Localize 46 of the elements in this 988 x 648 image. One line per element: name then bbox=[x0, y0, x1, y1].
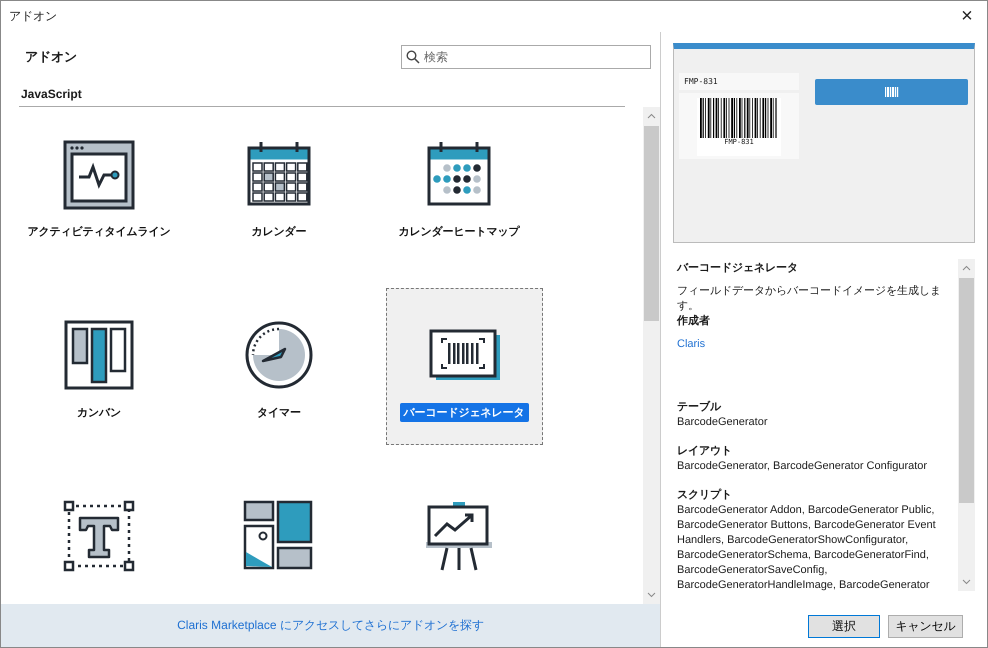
addon-tile[interactable]: カレンダーヒートマップ bbox=[380, 107, 538, 264]
timer-icon bbox=[243, 319, 315, 391]
addon-label: カレンダー bbox=[250, 224, 308, 240]
addon-tile[interactable]: アクティビティタイムライン bbox=[20, 107, 178, 264]
addon-name: バーコードジェネレータ bbox=[677, 261, 799, 276]
close-button[interactable]: × bbox=[947, 2, 987, 32]
image-gallery-icon bbox=[243, 500, 315, 572]
panel-title: アドオン bbox=[25, 48, 77, 66]
dialog-button[interactable]: キャンセル bbox=[888, 615, 963, 638]
section-heading: JavaScript bbox=[21, 87, 83, 101]
addon-tile[interactable]: タイマー bbox=[200, 288, 358, 445]
addon-label: バーコードジェネレータ bbox=[400, 403, 528, 422]
addon-tile[interactable]: カンバン bbox=[20, 288, 178, 445]
author-link[interactable]: Claris bbox=[677, 337, 954, 352]
search-field[interactable]: 検索 bbox=[401, 45, 651, 69]
scrollbar[interactable] bbox=[958, 259, 975, 591]
scroll-up-icon[interactable] bbox=[962, 264, 971, 273]
detail-heading: テーブル bbox=[677, 400, 722, 415]
preview-field: FMP-831 bbox=[679, 73, 799, 90]
easel-chart-icon bbox=[423, 500, 495, 572]
preview-barcode-button[interactable] bbox=[815, 79, 968, 105]
addon-description: フィールドデータからバーコードイメージを生成します。 bbox=[677, 284, 942, 314]
scroll-down-icon[interactable] bbox=[962, 577, 971, 586]
author-heading: 作成者 bbox=[677, 314, 711, 329]
dialog-button[interactable]: 選択 bbox=[808, 615, 880, 638]
detail-value: BarcodeGenerator, BarcodeGenerator Configurator bbox=[677, 459, 928, 474]
detail-heading: レイアウト bbox=[677, 444, 733, 459]
scrollbar[interactable] bbox=[643, 107, 660, 604]
window-title: アドオン bbox=[9, 8, 57, 25]
addon-tile[interactable]: バーコードジェネレータ bbox=[386, 288, 542, 445]
marketplace-link[interactable]: Claris Marketplace にアクセスしてさらにアドオンを探す bbox=[177, 617, 484, 634]
addon-label: カンバン bbox=[76, 406, 122, 421]
kanban-board-icon bbox=[63, 319, 135, 391]
text-frame-icon bbox=[63, 500, 135, 572]
detail-value: BarcodeGenerator Addon, BarcodeGenerator Public, BarcodeGenerator Buttons, BarcodeGenerator Event Handlers, BarcodeGeneratorShowConfigurator, BarcodeGeneratorSchema, BarcodeGeneratorFind, BarcodeGeneratorSaveConfig, BarcodeGeneratorHandleImage, BarcodeGenerator bbox=[677, 503, 937, 591]
addon-label: アクティビティタイムライン bbox=[26, 225, 172, 240]
addon-label: カレンダーヒートマップ bbox=[398, 224, 521, 240]
detail-value: BarcodeGenerator bbox=[677, 415, 768, 430]
scroll-up-icon[interactable] bbox=[647, 112, 656, 121]
search-icon bbox=[406, 50, 420, 64]
barcode-icon bbox=[884, 87, 898, 97]
scroll-down-icon[interactable] bbox=[647, 590, 656, 599]
detail-heading: スクリプト bbox=[677, 488, 733, 503]
addon-tile[interactable]: カレンダー bbox=[200, 107, 358, 264]
addon-label: タイマー bbox=[256, 406, 302, 421]
activity-window-icon bbox=[63, 138, 135, 210]
